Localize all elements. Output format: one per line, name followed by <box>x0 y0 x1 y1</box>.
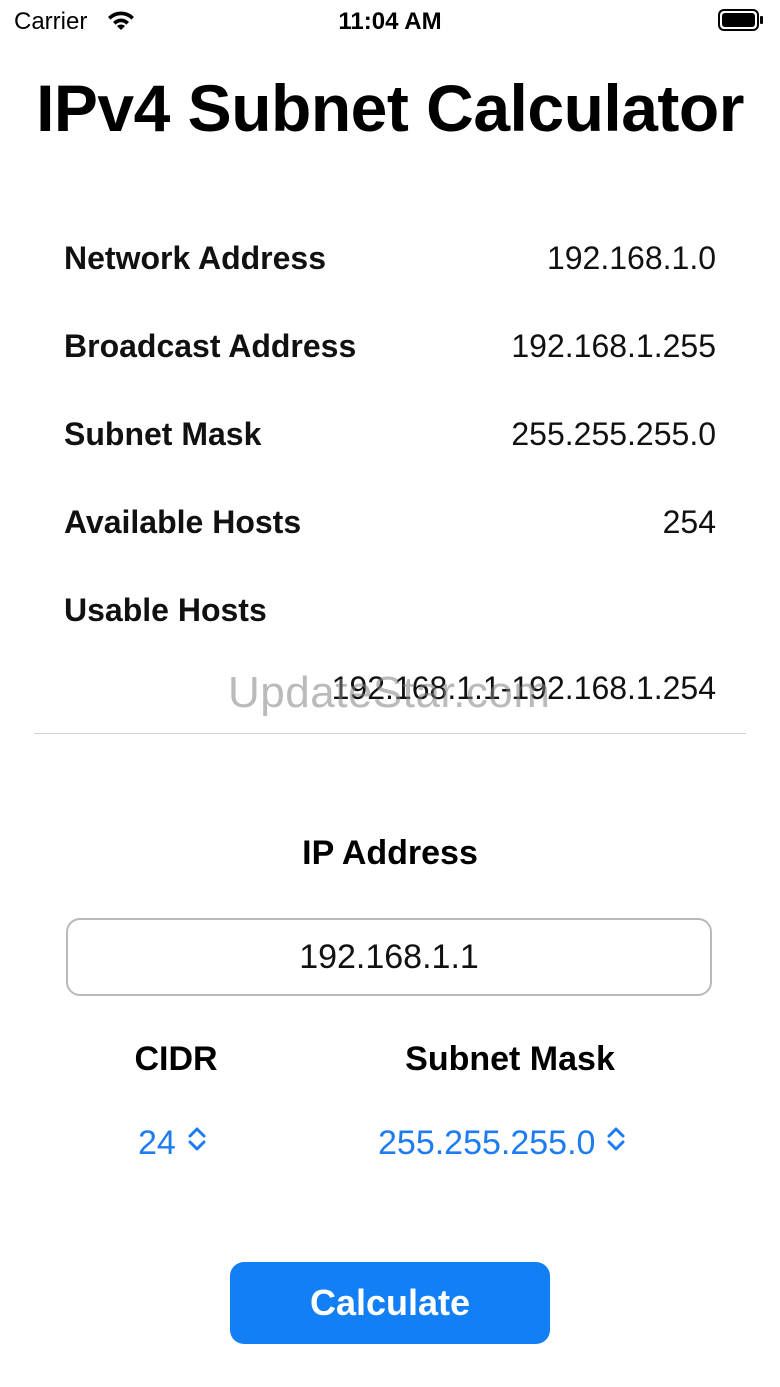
calculate-button[interactable]: Calculate <box>230 1262 550 1344</box>
watermark: UpdateStar.com <box>228 668 551 717</box>
subnet-mask-label: Subnet Mask <box>405 1040 615 1078</box>
subnet-mask-value: 255.255.255.0 <box>378 1124 596 1162</box>
subnet-mask-picker[interactable]: 255.255.255.0 <box>378 1124 627 1163</box>
chevron-updown-icon <box>186 1124 208 1163</box>
result-row-network-address: Network Address 192.168.1.0 <box>64 230 716 290</box>
result-label: Network Address <box>64 240 326 276</box>
clock: 11:04 AM <box>338 8 442 35</box>
result-row-usable-hosts: Usable Hosts <box>64 582 716 642</box>
result-label: Broadcast Address <box>64 328 357 364</box>
result-value: 192.168.1.255 <box>511 328 716 364</box>
result-value: 254 <box>662 504 716 540</box>
divider <box>34 733 746 734</box>
cidr-picker[interactable]: 24 <box>138 1124 208 1163</box>
ip-address-input[interactable]: 192.168.1.1 <box>66 918 712 996</box>
cidr-label: CIDR <box>134 1040 218 1078</box>
battery-icon <box>718 9 763 31</box>
ip-address-heading: IP Address <box>302 834 478 872</box>
result-label: Subnet Mask <box>64 416 262 452</box>
result-value: 255.255.255.0 <box>511 416 716 452</box>
result-label: Usable Hosts <box>64 592 267 628</box>
result-row-available-hosts: Available Hosts 254 <box>64 494 716 554</box>
result-row-subnet-mask: Subnet Mask 255.255.255.0 <box>64 406 716 466</box>
page-title: IPv4 Subnet Calculator <box>36 71 744 145</box>
cidr-value: 24 <box>138 1124 176 1162</box>
chevron-updown-icon <box>605 1124 627 1163</box>
result-value: 192.168.1.0 <box>546 240 716 276</box>
result-label: Available Hosts <box>64 504 302 540</box>
result-row-broadcast-address: Broadcast Address 192.168.1.255 <box>64 318 716 378</box>
status-bar: Carrier 11:04 AM <box>0 0 780 44</box>
